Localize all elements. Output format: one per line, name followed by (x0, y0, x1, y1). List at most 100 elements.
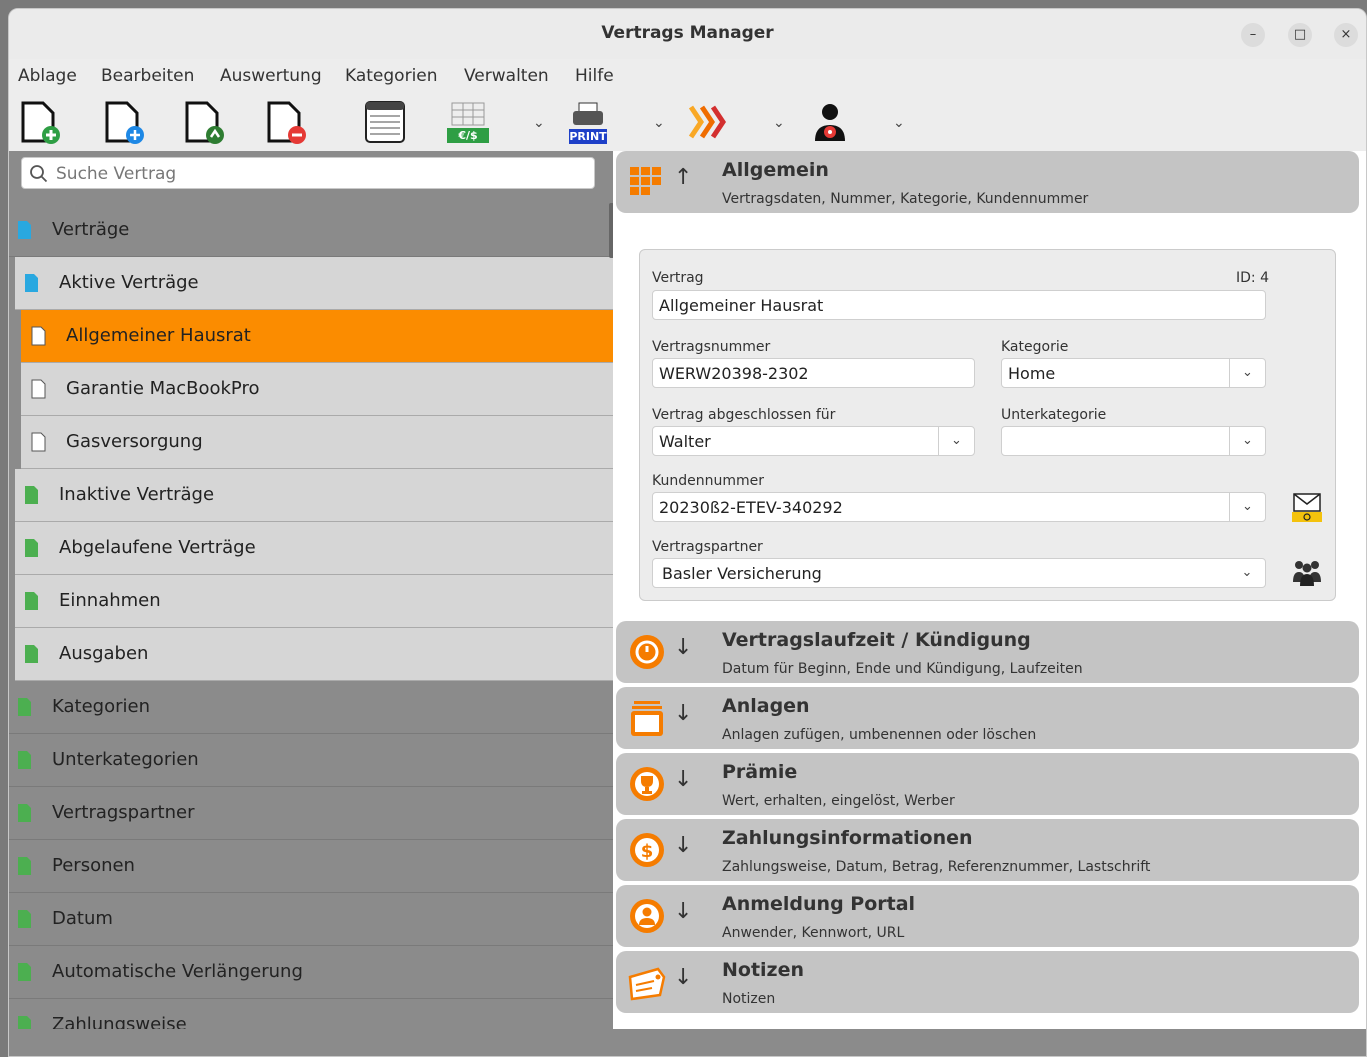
maximize-button[interactable]: □ (1288, 23, 1312, 47)
sidebar: Suche Vertrag Verträge Aktive Verträge A… (9, 151, 613, 1031)
vertrag-label: Vertrag (652, 270, 704, 286)
duplicate-contract-icon[interactable] (101, 99, 147, 145)
sidebar-item-vertraege[interactable]: Verträge (9, 204, 613, 257)
contacts-group-icon[interactable] (1290, 556, 1324, 590)
section-title: Anmeldung Portal (722, 893, 916, 915)
attachments-icon (631, 701, 663, 736)
email-icon[interactable] (1290, 490, 1324, 524)
menu-verwalten[interactable]: Verwalten (464, 66, 549, 86)
sidebar-item-ausgaben[interactable]: Ausgaben (15, 628, 613, 681)
sidebar-item-unterkategorien[interactable]: Unterkategorien (9, 734, 613, 787)
timer-icon (630, 635, 664, 669)
grid-icon (630, 167, 661, 195)
sidebar-item-zahlungsweise[interactable]: Zahlungsweise (9, 999, 613, 1031)
vertrag-field[interactable]: Allgemeiner Hausrat (652, 290, 1266, 320)
section-praemie[interactable]: ↓ Prämie Wert, erhalten, eingelöst, Werb… (616, 753, 1359, 815)
blue-document-icon (18, 221, 31, 239)
sidebar-item-abgelaufene-vertraege[interactable]: Abgelaufene Verträge (15, 522, 613, 575)
section-title: Notizen (722, 959, 805, 981)
section-vertragslaufzeit[interactable]: ↓ Vertragslaufzeit / Kündigung Datum für… (616, 621, 1359, 683)
green-document-icon (18, 963, 31, 981)
svg-text:$: $ (641, 841, 654, 862)
renewal-arrows-icon[interactable] (685, 99, 731, 145)
vertragspartner-select[interactable]: Basler Versicherung ⌄ (652, 558, 1266, 588)
transfer-contract-icon[interactable] (181, 99, 227, 145)
menu-ablage[interactable]: Ablage (18, 66, 77, 86)
sidebar-item-allgemeiner-hausrat[interactable]: Allgemeiner Hausrat (21, 310, 613, 363)
chevron-down-icon[interactable]: ⌄ (1229, 359, 1265, 387)
vertragspartner-label: Vertragspartner (652, 539, 763, 555)
trophy-icon (630, 767, 664, 801)
export-currency-button[interactable]: €/$ (445, 99, 491, 145)
vertragsnummer-field[interactable]: WERW20398-2302 (652, 358, 975, 388)
user-caret-icon[interactable]: ⌄ (893, 115, 905, 131)
section-anlagen[interactable]: ↓ Anlagen Anlagen zufügen, umbenennen od… (616, 687, 1359, 749)
green-document-icon (25, 486, 38, 504)
section-subtitle: Anwender, Kennwort, URL (722, 925, 905, 941)
abgeschlossen-select[interactable]: Walter ⌄ (652, 426, 975, 456)
sidebar-item-label: Einnahmen (59, 590, 161, 611)
export-caret-icon[interactable]: ⌄ (533, 115, 545, 131)
sidebar-item-label: Aktive Verträge (59, 272, 199, 293)
sidebar-item-kategorien[interactable]: Kategorien (9, 681, 613, 734)
section-title: Vertragslaufzeit / Kündigung (722, 629, 1031, 651)
delete-contract-icon[interactable] (263, 99, 309, 145)
green-document-icon (18, 751, 31, 769)
app-window: Vertrags Manager – □ × Ablage Bearbeiten… (8, 8, 1367, 1057)
chevron-down-icon[interactable]: ⌄ (938, 427, 974, 455)
white-document-icon (31, 379, 46, 399)
renewal-caret-icon[interactable]: ⌄ (773, 115, 785, 131)
sidebar-item-garantie-macbookpro[interactable]: Garantie MacBookPro (21, 363, 613, 416)
kategorie-value: Home (1008, 364, 1056, 383)
print-button[interactable]: PRINT (565, 99, 611, 145)
new-contract-icon[interactable] (17, 99, 63, 145)
sidebar-item-label: Ausgaben (59, 643, 149, 664)
blue-document-icon (25, 274, 38, 292)
sidebar-item-label: Datum (52, 908, 113, 929)
user-account-icon (630, 899, 664, 933)
chevron-down-icon[interactable]: ⌄ (1229, 559, 1265, 587)
sidebar-item-label: Abgelaufene Verträge (59, 537, 256, 558)
chevron-down-icon[interactable]: ⌄ (1229, 427, 1265, 455)
sidebar-item-datum[interactable]: Datum (9, 893, 613, 946)
white-document-icon (31, 326, 46, 346)
sidebar-item-personen[interactable]: Personen (9, 840, 613, 893)
section-notizen[interactable]: ↓ Notizen Notizen (616, 951, 1359, 1013)
close-button[interactable]: × (1334, 23, 1358, 47)
expand-arrow-icon: ↓ (674, 965, 693, 990)
unterkategorie-select[interactable]: ⌄ (1001, 426, 1266, 456)
sidebar-item-label: Personen (52, 855, 135, 876)
menu-bearbeiten[interactable]: Bearbeiten (101, 66, 194, 86)
user-settings-icon[interactable] (807, 99, 853, 145)
section-subtitle: Wert, erhalten, eingelöst, Werber (722, 793, 955, 809)
section-zahlungsinformationen[interactable]: $ ↓ Zahlungsinformationen Zahlungsweise,… (616, 819, 1359, 881)
section-subtitle: Anlagen zufügen, umbenennen oder löschen (722, 727, 1037, 743)
print-caret-icon[interactable]: ⌄ (653, 115, 665, 131)
sidebar-item-automatische-verlaengerung[interactable]: Automatische Verlängerung (9, 946, 613, 999)
search-input[interactable]: Suche Vertrag (21, 157, 595, 189)
list-view-icon[interactable] (362, 99, 408, 145)
menu-kategorien[interactable]: Kategorien (345, 66, 438, 86)
menu-hilfe[interactable]: Hilfe (575, 66, 614, 86)
sidebar-item-vertragspartner[interactable]: Vertragspartner (9, 787, 613, 840)
sidebar-item-gasversorgung[interactable]: Gasversorgung (21, 416, 613, 469)
sidebar-item-aktive-vertraege[interactable]: Aktive Verträge (15, 257, 613, 310)
vertrag-value: Allgemeiner Hausrat (659, 296, 824, 315)
sidebar-item-label: Unterkategorien (52, 749, 199, 770)
sidebar-item-inaktive-vertraege[interactable]: Inaktive Verträge (15, 469, 613, 522)
section-allgemein[interactable]: ↑ Allgemein Vertragsdaten, Nummer, Kateg… (616, 151, 1359, 213)
vertragspartner-value: Basler Versicherung (662, 564, 822, 583)
kundennummer-combobox[interactable]: 20230ß2-ETEV-340292 ⌄ (652, 492, 1266, 522)
kundennummer-label: Kundennummer (652, 473, 764, 489)
sidebar-item-label: Vertragspartner (52, 802, 195, 823)
chevron-down-icon[interactable]: ⌄ (1229, 493, 1265, 521)
green-document-icon (18, 698, 31, 716)
expand-arrow-icon: ↓ (674, 833, 693, 858)
kategorie-select[interactable]: Home ⌄ (1001, 358, 1266, 388)
search-icon (30, 165, 48, 183)
sidebar-item-einnahmen[interactable]: Einnahmen (15, 575, 613, 628)
section-title: Allgemein (722, 159, 829, 181)
menu-auswertung[interactable]: Auswertung (220, 66, 322, 86)
minimize-button[interactable]: – (1241, 23, 1265, 47)
section-anmeldung-portal[interactable]: ↓ Anmeldung Portal Anwender, Kennwort, U… (616, 885, 1359, 947)
